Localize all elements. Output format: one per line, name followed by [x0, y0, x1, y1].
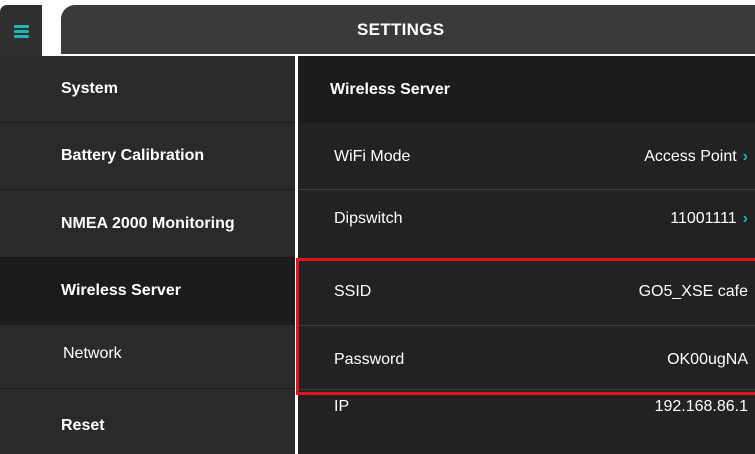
sidebar-item-nmea-2000-monitoring[interactable]: NMEA 2000 Monitoring	[0, 190, 295, 257]
sidebar: System Battery Calibration NMEA 2000 Mon…	[0, 56, 295, 454]
wifi-mode-label: WiFi Mode	[334, 148, 411, 165]
title-bar: SETTINGS	[61, 5, 755, 54]
dipswitch-value: 11001111	[670, 210, 737, 227]
dipswitch-row[interactable]: Dipswitch 11001111 ›	[298, 190, 755, 258]
sidebar-item-network[interactable]: Network	[0, 325, 295, 388]
dipswitch-label: Dipswitch	[334, 210, 403, 227]
sidebar-item-reset[interactable]: Reset	[0, 389, 295, 454]
sidebar-item-label: Battery Calibration	[61, 147, 205, 164]
menu-icon-bar	[14, 35, 29, 38]
highlight-box	[296, 258, 755, 395]
sidebar-item-wireless-server[interactable]: Wireless Server	[0, 258, 295, 324]
wifi-mode-row[interactable]: WiFi Mode Access Point ›	[298, 123, 755, 189]
wifi-mode-value-wrap: Access Point ›	[644, 148, 748, 166]
sidebar-item-label: System	[61, 80, 118, 97]
ip-row[interactable]: IP 192.168.86.1	[298, 390, 755, 454]
dipswitch-value-wrap: 11001111 ›	[670, 210, 748, 228]
menu-icon-bar	[14, 25, 29, 28]
settings-screen: SETTINGS System Battery Calibration NMEA…	[0, 0, 755, 454]
sidebar-item-label: NMEA 2000 Monitoring	[61, 214, 235, 232]
section-title: Wireless Server	[298, 56, 755, 123]
chevron-right-icon: ›	[742, 210, 748, 227]
ip-value: 192.168.86.1	[654, 398, 748, 415]
sidebar-item-system[interactable]: System	[0, 56, 295, 122]
menu-icon-bar	[14, 30, 29, 33]
sidebar-item-label: Reset	[61, 416, 105, 434]
sidebar-item-label: Network	[63, 345, 122, 362]
page-title: SETTINGS	[357, 20, 445, 39]
menu-button[interactable]	[0, 5, 42, 56]
ip-label: IP	[334, 398, 350, 415]
chevron-right-icon: ›	[742, 148, 748, 165]
wifi-mode-value: Access Point	[644, 148, 737, 165]
sidebar-item-battery-calibration[interactable]: Battery Calibration	[0, 123, 295, 189]
sidebar-item-label: Wireless Server	[61, 282, 181, 299]
